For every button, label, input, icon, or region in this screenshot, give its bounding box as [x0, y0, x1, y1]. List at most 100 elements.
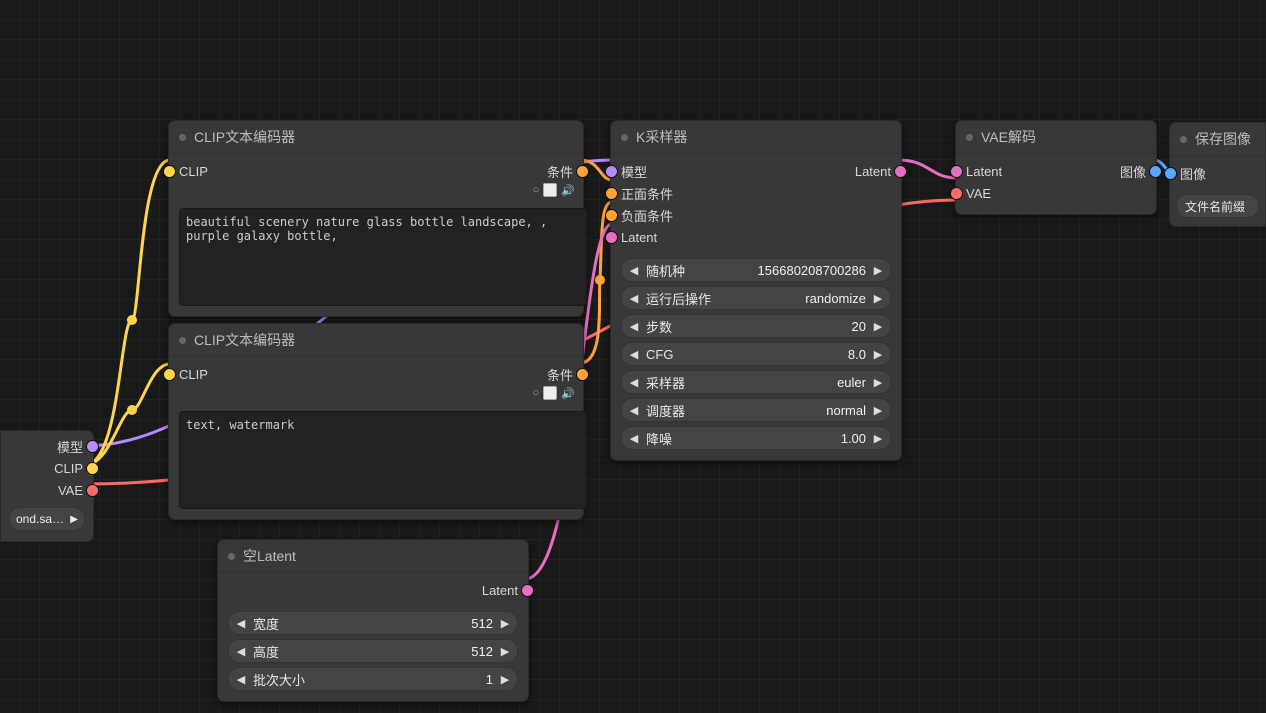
prompt-textarea[interactable] — [179, 411, 587, 509]
param-cfg[interactable]: ◀CFG8.0▶ — [621, 342, 891, 366]
node-header[interactable]: 保存图像 — [1170, 123, 1265, 156]
socket-model[interactable] — [86, 440, 99, 453]
output-vae[interactable]: VAE — [1, 479, 93, 501]
chevron-left-icon[interactable]: ◀ — [233, 645, 249, 658]
socket-cond-in[interactable] — [605, 209, 618, 222]
input-negative[interactable]: 负面条件 — [611, 204, 901, 226]
param-value[interactable]: 1.00 — [676, 431, 866, 446]
param-label: 文件名前缀 — [1185, 198, 1245, 215]
chevron-right-icon[interactable]: ▶ — [497, 617, 513, 630]
chevron-left-icon[interactable]: ◀ — [626, 264, 642, 277]
param-value[interactable]: normal — [689, 403, 866, 418]
param-batch[interactable]: ◀批次大小1▶ — [228, 667, 518, 691]
chevron-right-icon[interactable]: ▶ — [497, 673, 513, 686]
output-clip[interactable]: CLIP — [1, 457, 93, 479]
node-ksampler[interactable]: K采样器 模型 Latent 正面条件 负面条件 Latent ◀随机种1566… — [610, 120, 902, 461]
collapse-dot-icon[interactable] — [966, 134, 973, 141]
param-value[interactable]: 512 — [283, 644, 493, 659]
param-height[interactable]: ◀高度512▶ — [228, 639, 518, 663]
input-vae[interactable]: VAE — [956, 182, 1156, 204]
node-checkpoint-loader[interactable]: 模型 CLIP VAE ond.saf…▶ — [0, 430, 94, 542]
node-vae-decode[interactable]: VAE解码 Latent 图像 VAE — [955, 120, 1157, 215]
param-denoise[interactable]: ◀降噪1.00▶ — [621, 426, 891, 450]
chevron-left-icon[interactable]: ◀ — [626, 292, 642, 305]
chevron-left-icon[interactable]: ◀ — [233, 673, 249, 686]
collapse-dot-icon[interactable] — [179, 337, 186, 344]
socket-image-in[interactable] — [1164, 167, 1177, 180]
output-model[interactable]: 模型 — [1, 435, 93, 457]
node-clip-text-encode-positive[interactable]: CLIP文本编码器 CLIP 条件 ○🔊 — [168, 120, 584, 317]
chevron-right-icon[interactable]: ▶ — [870, 404, 886, 417]
chevron-left-icon[interactable]: ◀ — [626, 432, 642, 445]
param-steps[interactable]: ◀步数20▶ — [621, 314, 891, 338]
socket-vae-in[interactable] — [950, 187, 963, 200]
socket-latent-out[interactable] — [521, 584, 534, 597]
node-graph-canvas[interactable]: 模型 CLIP VAE ond.saf…▶ CLIP文本编码器 CLIP 条件 … — [0, 0, 1266, 713]
node-clip-text-encode-negative[interactable]: CLIP文本编码器 CLIP 条件 ○🔊 — [168, 323, 584, 520]
circle-icon[interactable]: ○ — [533, 387, 540, 399]
socket-latent-in[interactable] — [605, 231, 618, 244]
speaker-icon[interactable]: 🔊 — [561, 387, 575, 400]
chevron-right-icon[interactable]: ▶ — [497, 645, 513, 658]
chevron-right-icon[interactable]: ▶ — [870, 348, 886, 361]
param-value[interactable]: 1 — [309, 672, 493, 687]
param-seed[interactable]: ◀随机种156680208700286▶ — [621, 258, 891, 282]
param-sampler[interactable]: ◀采样器euler▶ — [621, 370, 891, 394]
port-label: VAE — [966, 186, 991, 201]
socket-clip[interactable] — [86, 462, 99, 475]
socket-clip-in[interactable] — [163, 165, 176, 178]
socket-clip-in[interactable] — [163, 368, 176, 381]
collapse-dot-icon[interactable] — [228, 553, 235, 560]
chevron-right-icon[interactable]: ▶ — [870, 292, 886, 305]
node-header[interactable]: CLIP文本编码器 — [169, 324, 583, 357]
socket-model-in[interactable] — [605, 165, 618, 178]
node-title: K采样器 — [636, 127, 687, 147]
output-latent[interactable]: Latent — [218, 579, 528, 601]
node-empty-latent[interactable]: 空Latent Latent ◀宽度512▶ ◀高度512▶ ◀批次大小1▶ — [217, 539, 529, 702]
input-image[interactable]: 图像 — [1170, 162, 1265, 184]
param-scheduler[interactable]: ◀调度器normal▶ — [621, 398, 891, 422]
node-header[interactable]: K采样器 — [611, 121, 901, 154]
chevron-right-icon[interactable]: ▶ — [870, 264, 886, 277]
socket-cond-in[interactable] — [605, 187, 618, 200]
chevron-left-icon[interactable]: ◀ — [233, 617, 249, 630]
chevron-left-icon[interactable]: ◀ — [626, 348, 642, 361]
chevron-left-icon[interactable]: ◀ — [626, 376, 642, 389]
node-header[interactable]: 空Latent — [218, 540, 528, 573]
node-save-image[interactable]: 保存图像 图像 文件名前缀 — [1169, 122, 1266, 227]
param-filename-prefix[interactable]: 文件名前缀 — [1176, 194, 1259, 218]
speaker-icon[interactable]: 🔊 — [561, 184, 575, 197]
chevron-left-icon[interactable]: ◀ — [626, 404, 642, 417]
socket-image-out[interactable] — [1149, 165, 1162, 178]
checkbox-icon[interactable] — [543, 183, 557, 197]
param-control-after[interactable]: ◀运行后操作randomize▶ — [621, 286, 891, 310]
param-value[interactable]: 512 — [283, 616, 493, 631]
chevron-right-icon[interactable]: ▶ — [870, 320, 886, 333]
param-value[interactable]: 20 — [676, 319, 866, 334]
socket-latent-out[interactable] — [894, 165, 907, 178]
chevron-right-icon[interactable]: ▶ — [870, 376, 886, 389]
input-positive[interactable]: 正面条件 — [611, 182, 901, 204]
chevron-right-icon[interactable]: ▶ — [870, 432, 886, 445]
socket-latent-in[interactable] — [950, 165, 963, 178]
circle-icon[interactable]: ○ — [533, 184, 540, 196]
node-header[interactable]: CLIP文本编码器 — [169, 121, 583, 154]
collapse-dot-icon[interactable] — [179, 134, 186, 141]
param-value[interactable]: randomize — [715, 291, 866, 306]
checkpoint-dropdown[interactable]: ond.saf…▶ — [9, 507, 85, 531]
collapse-dot-icon[interactable] — [1180, 136, 1187, 143]
socket-cond-out[interactable] — [576, 165, 589, 178]
chevron-left-icon[interactable]: ◀ — [626, 320, 642, 333]
param-value[interactable]: euler — [689, 375, 866, 390]
socket-cond-out[interactable] — [576, 368, 589, 381]
node-header[interactable]: VAE解码 — [956, 121, 1156, 154]
prompt-textarea[interactable] — [179, 208, 587, 306]
input-latent[interactable]: Latent — [611, 226, 901, 248]
collapse-dot-icon[interactable] — [621, 134, 628, 141]
chevron-right-icon: ▶ — [70, 514, 78, 525]
param-width[interactable]: ◀宽度512▶ — [228, 611, 518, 635]
socket-vae[interactable] — [86, 484, 99, 497]
param-value[interactable]: 8.0 — [677, 347, 866, 362]
param-value[interactable]: 156680208700286 — [689, 263, 866, 278]
checkbox-icon[interactable] — [543, 386, 557, 400]
